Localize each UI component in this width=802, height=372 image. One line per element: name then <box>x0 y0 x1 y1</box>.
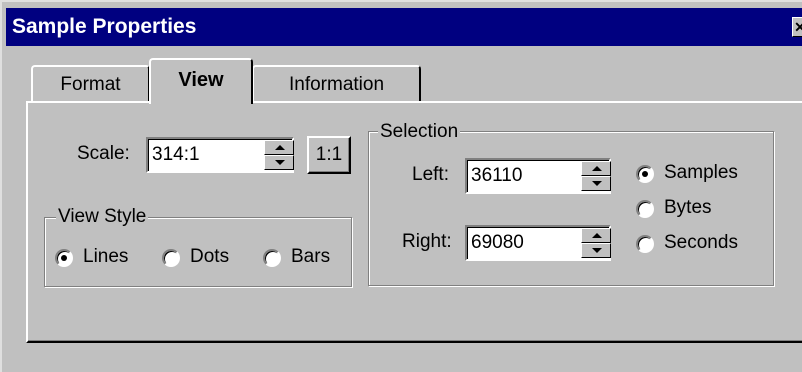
spin-down-icon[interactable] <box>581 243 611 258</box>
radio-lines[interactable] <box>55 249 73 267</box>
title-bar[interactable]: Sample Properties ✕ <box>6 8 802 46</box>
radio-samples[interactable] <box>636 165 654 183</box>
left-spinner[interactable] <box>581 161 611 191</box>
radio-selected-dot <box>642 171 648 177</box>
selection-group <box>368 131 774 286</box>
left-label: Left: <box>412 164 449 185</box>
radio-lines-label[interactable]: Lines <box>83 246 128 268</box>
radio-seconds-label[interactable]: Seconds <box>664 232 738 254</box>
right-label: Right: <box>402 231 452 252</box>
radio-dots-label[interactable]: Dots <box>190 246 229 268</box>
radio-selected-dot <box>61 255 67 261</box>
spin-down-icon[interactable] <box>264 155 294 170</box>
close-button[interactable]: ✕ <box>792 17 802 37</box>
radio-bars-label[interactable]: Bars <box>291 246 330 268</box>
spin-up-icon[interactable] <box>581 228 611 243</box>
selection-group-label: Selection <box>378 121 461 143</box>
view-tab-panel: Scale: 314:1 1:1 View Style Lines Dots B… <box>26 101 802 343</box>
view-style-group-label: View Style <box>56 206 149 228</box>
radio-dots[interactable] <box>162 249 180 267</box>
close-icon: ✕ <box>794 19 802 35</box>
radio-bars[interactable] <box>263 249 281 267</box>
spin-down-icon[interactable] <box>581 176 611 191</box>
sample-properties-window: Sample Properties ✕ Format View Informat… <box>0 0 802 372</box>
spin-up-icon[interactable] <box>581 161 611 176</box>
tab-view[interactable]: View <box>149 58 253 104</box>
window-title: Sample Properties <box>12 15 197 38</box>
radio-bytes[interactable] <box>636 200 654 218</box>
radio-seconds[interactable] <box>636 235 654 253</box>
tab-information[interactable]: Information <box>252 65 421 103</box>
radio-samples-label[interactable]: Samples <box>664 162 738 184</box>
radio-bytes-label[interactable]: Bytes <box>664 197 712 219</box>
right-spinner[interactable] <box>581 228 611 258</box>
scale-label: Scale: <box>77 143 130 164</box>
tab-format[interactable]: Format <box>31 65 150 103</box>
scale-spinner[interactable] <box>264 140 294 170</box>
reset-scale-button[interactable]: 1:1 <box>307 136 351 174</box>
spin-up-icon[interactable] <box>264 140 294 155</box>
